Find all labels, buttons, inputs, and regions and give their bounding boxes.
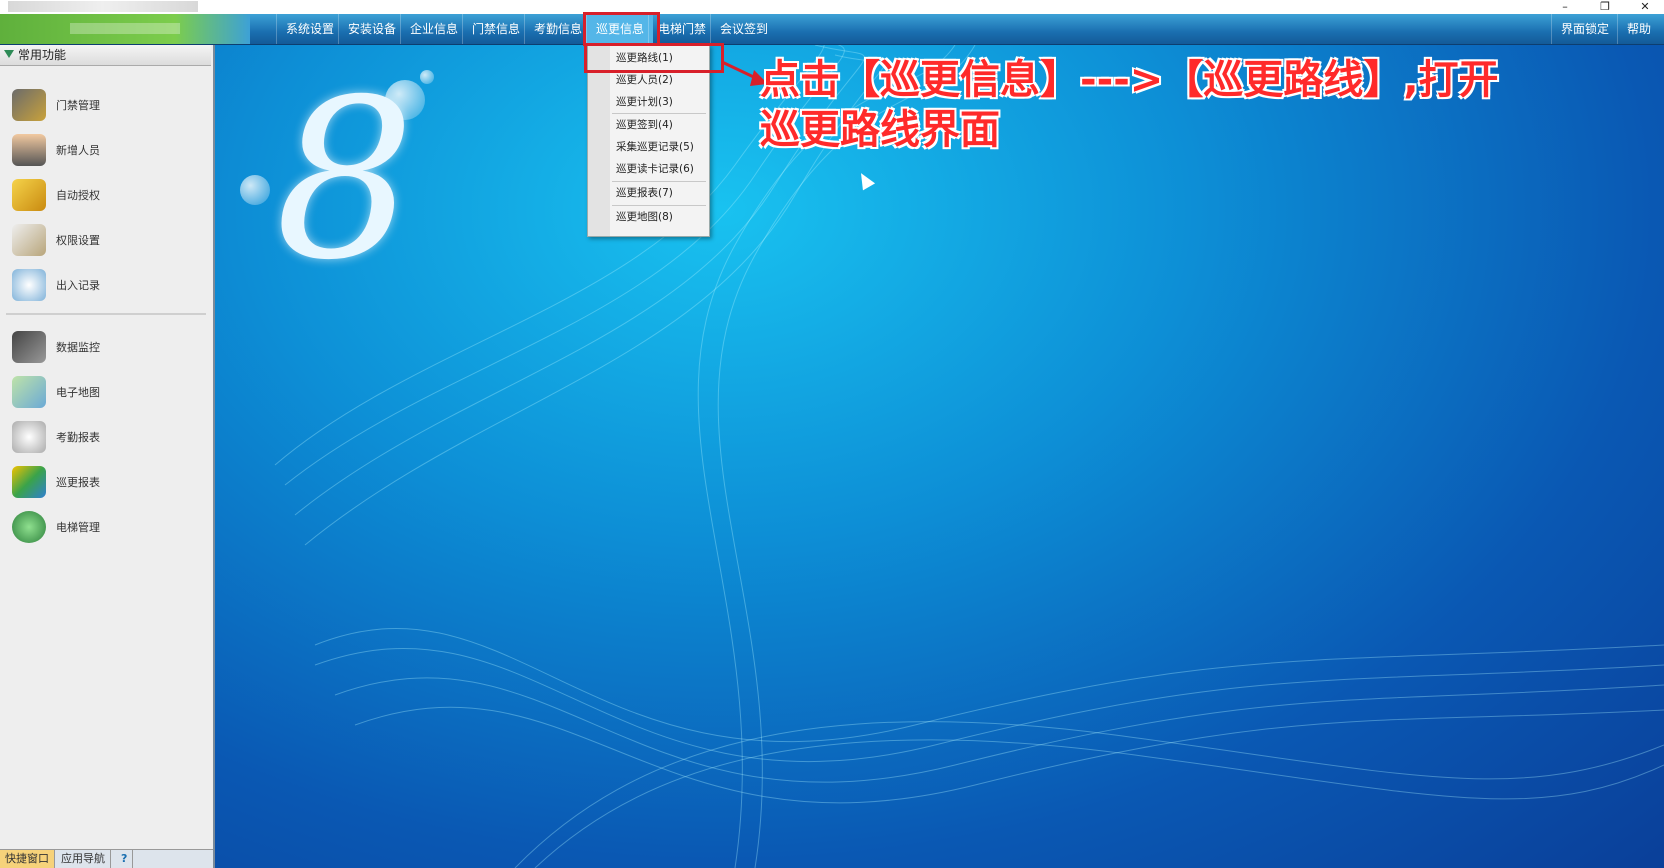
sidebar-item-electronic-map[interactable]: 电子地图: [6, 370, 206, 414]
collapse-triangle-icon[interactable]: [4, 50, 14, 58]
camera-icon: [12, 331, 46, 363]
window-title-blurred: [8, 1, 198, 12]
menu-item-patrol-plan[interactable]: 巡更计划(3): [616, 92, 673, 112]
minimize-button[interactable]: –: [1550, 0, 1580, 14]
desktop-background: 8: [215, 45, 1664, 868]
highlight-box-route: [584, 43, 724, 73]
help-icon[interactable]: ?: [116, 850, 134, 868]
menubar: 系统设置 安装设备 企业信息 门禁信息 考勤信息 巡更信息 电梯门禁 会议签到 …: [0, 14, 1664, 45]
sidebar-item-permission-settings[interactable]: 权限设置: [6, 218, 206, 262]
sidebar-item-label: 电子地图: [56, 386, 100, 399]
annotation-text: 点击【巡更信息】--->【巡更路线】,打开 巡更路线界面: [760, 55, 1499, 155]
sidebar-item-label: 门禁管理: [56, 99, 100, 112]
highlight-box-menu: [583, 12, 660, 46]
menu-separator: [612, 181, 706, 182]
sidebar-item-data-monitor[interactable]: 数据监控: [6, 325, 206, 369]
sidebar-item-label: 权限设置: [56, 234, 100, 247]
bubble-decoration: [420, 70, 434, 84]
menu-icon-stripe: [588, 46, 610, 236]
patrol-dropdown-menu: 巡更路线(1) 巡更人员(2) 巡更计划(3) 巡更签到(4) 采集巡更记录(5…: [587, 45, 710, 237]
brand-name-blurred: [70, 23, 180, 34]
sidebar-header[interactable]: 常用功能: [0, 45, 211, 66]
menu-system-settings[interactable]: 系统设置: [276, 14, 343, 44]
sidebar-item-attendance-report[interactable]: 考勤报表: [6, 415, 206, 459]
menu-item-collect-patrol-records[interactable]: 采集巡更记录(5): [616, 137, 694, 157]
sidebar-item-label: 数据监控: [56, 341, 100, 354]
sidebar-item-access-control[interactable]: 门禁管理: [6, 83, 206, 127]
menu-separator: [612, 205, 706, 206]
magnifier-icon: [12, 269, 46, 301]
restore-button[interactable]: ❐: [1590, 0, 1620, 14]
card-icon: [12, 179, 46, 211]
menu-lock-ui[interactable]: 界面锁定: [1551, 14, 1618, 44]
sidebar-divider: [6, 313, 206, 315]
tab-app-navigation[interactable]: 应用导航: [56, 850, 111, 868]
sidebar-item-label: 电梯管理: [56, 521, 100, 534]
sidebar-item-patrol-report[interactable]: 巡更报表: [6, 460, 206, 504]
elevator-icon: [12, 511, 46, 543]
sidebar-item-label: 巡更报表: [56, 476, 100, 489]
sidebar-item-elevator-management[interactable]: 电梯管理: [6, 505, 206, 549]
person-icon: [12, 134, 46, 166]
tab-quick-window[interactable]: 快捷窗口: [0, 850, 55, 868]
menu-item-patrol-personnel[interactable]: 巡更人员(2): [616, 70, 673, 90]
sidebar-item-label: 自动授权: [56, 189, 100, 202]
menu-company-info[interactable]: 企业信息: [400, 14, 467, 44]
annotation-line-1: 点击【巡更信息】--->【巡更路线】,打开: [760, 57, 1499, 103]
map-icon: [12, 376, 46, 408]
annotation-line-2: 巡更路线界面: [760, 107, 1000, 153]
patrol-report-icon: [12, 466, 46, 498]
menu-item-patrol-checkin[interactable]: 巡更签到(4): [616, 115, 673, 135]
sidebar-item-add-person[interactable]: 新增人员: [6, 128, 206, 172]
menu-item-patrol-map[interactable]: 巡更地图(8): [616, 207, 673, 227]
sidebar-bottom-tabs: 快捷窗口 应用导航 ?: [0, 849, 213, 868]
sidebar-item-label: 出入记录: [56, 279, 100, 292]
access-control-icon: [12, 89, 46, 121]
sidebar-item-auto-authorize[interactable]: 自动授权: [6, 173, 206, 217]
menu-item-patrol-report[interactable]: 巡更报表(7): [616, 183, 673, 203]
sidebar-item-label: 新增人员: [56, 144, 100, 157]
menu-access-info[interactable]: 门禁信息: [462, 14, 529, 44]
menu-attendance-info[interactable]: 考勤信息: [524, 14, 591, 44]
clock-icon: [12, 421, 46, 453]
sidebar-header-label: 常用功能: [18, 48, 67, 62]
close-button[interactable]: ✕: [1630, 0, 1660, 14]
bubble-decoration: [240, 175, 270, 205]
menu-separator: [612, 113, 706, 114]
wave-decoration: [274, 45, 1664, 868]
logo-8: 8: [275, 52, 415, 308]
sidebar-item-access-records[interactable]: 出入记录: [6, 263, 206, 307]
sidebar-item-label: 考勤报表: [56, 431, 100, 444]
brand-banner: [0, 14, 250, 44]
menu-meeting-checkin[interactable]: 会议签到: [710, 14, 777, 44]
window-titlebar: – ❐ ✕: [0, 0, 1664, 14]
menu-help[interactable]: 帮助: [1617, 14, 1660, 44]
sidebar: 常用功能 门禁管理 新增人员 自动授权 权限设置 出入记录 数据监控 电子地图 …: [0, 45, 215, 868]
menu-item-patrol-card-records[interactable]: 巡更读卡记录(6): [616, 159, 694, 179]
permission-icon: [12, 224, 46, 256]
menu-install-devices[interactable]: 安装设备: [338, 14, 405, 44]
